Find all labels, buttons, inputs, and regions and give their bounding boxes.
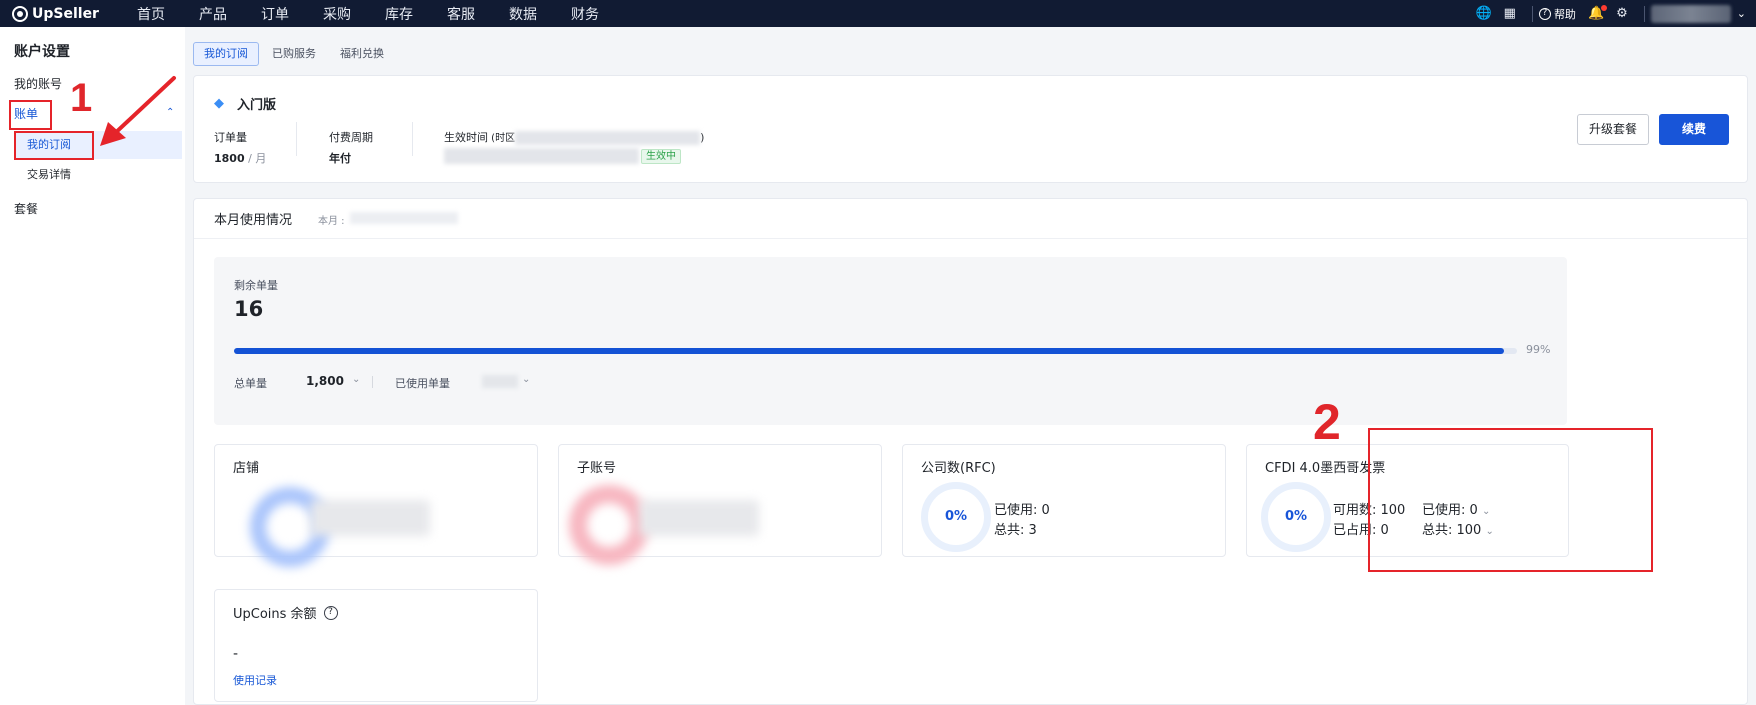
help-button[interactable]: ? 帮助 <box>1538 6 1576 22</box>
divider <box>372 376 373 388</box>
upcoins-title-text: UpCoins 余额 <box>233 607 317 622</box>
plan-card: ◆ 入门版 订单量 1800 / 月 付费周期 年付 生效时间 (时区) 生效中… <box>193 75 1748 183</box>
tab-my-subscription[interactable]: 我的订阅 <box>193 42 259 66</box>
used-orders-label: 已使用单量 <box>395 377 450 390</box>
used-orders-redacted <box>482 375 518 388</box>
subscription-tabs: 我的订阅 已购服务 福利兑换 <box>193 42 397 66</box>
effective-time-label: 生效时间 (时区) <box>444 129 704 145</box>
renew-button[interactable]: 续费 <box>1659 114 1729 145</box>
shop-metric-card: 店铺 <box>214 444 538 567</box>
divider <box>1531 5 1533 22</box>
nav-data[interactable]: 数据 <box>492 4 554 24</box>
nav-customer-service[interactable]: 客服 <box>430 4 492 24</box>
order-quota-value: 1800 / 月 <box>214 150 266 166</box>
chevron-down-icon[interactable]: ⌄ <box>1737 7 1746 20</box>
annotation-box-cfdi <box>1368 428 1653 572</box>
logo-text: UpSeller <box>32 5 99 22</box>
tab-purchased-services[interactable]: 已购服务 <box>261 42 327 66</box>
billing-cycle-label: 付费周期 <box>329 131 373 144</box>
nav-products[interactable]: 产品 <box>182 4 244 24</box>
nav-home[interactable]: 首页 <box>120 4 182 24</box>
subaccount-stats-redacted <box>639 500 759 536</box>
plan-name: 入门版 <box>237 98 277 113</box>
shop-stats-redacted <box>310 500 430 536</box>
effective-date-redacted <box>444 148 639 164</box>
shop-title: 店铺 <box>233 461 260 476</box>
apps-grid-icon[interactable]: ▦ <box>1504 6 1516 21</box>
usage-progress-percent: 99% <box>1526 343 1551 356</box>
cfdi-ring: 0% <box>1261 482 1331 552</box>
chevron-down-icon[interactable]: ⌄ <box>352 374 360 385</box>
nav-finance[interactable]: 财务 <box>554 4 616 24</box>
chevron-down-icon[interactable]: ⌄ <box>522 374 530 385</box>
usage-progress-bar <box>234 348 1517 354</box>
annotation-box-bill <box>9 100 52 130</box>
bell-icon[interactable]: 🔔 <box>1588 5 1608 21</box>
topbar-actions: 🌐 ▦ ? 帮助 🔔 ⚙ ⌄ <box>1475 0 1756 27</box>
subaccount-ring-redacted <box>569 485 649 565</box>
usage-progress-fill <box>234 348 1505 354</box>
company-rfc-total: 总共: 3 <box>994 523 1037 538</box>
upcoins-card: UpCoins 余额 ? - 使用记录 <box>214 589 538 702</box>
remaining-orders-label: 剩余单量 <box>234 279 278 292</box>
status-badge: 生效中 <box>641 149 681 164</box>
user-name-redacted[interactable] <box>1650 4 1731 23</box>
upgrade-plan-button[interactable]: 升级套餐 <box>1577 114 1649 145</box>
timezone-redacted <box>515 131 701 145</box>
help-label: 帮助 <box>1553 7 1576 21</box>
question-icon: ? <box>1538 7 1551 20</box>
month-label: 本月 : <box>318 216 345 227</box>
order-quota-unit: / 月 <box>244 152 267 165</box>
sidebar-item-transactions[interactable]: 交易详情 <box>14 161 182 189</box>
logo-icon <box>12 5 28 22</box>
effective-time-text: 生效时间 <box>444 131 488 144</box>
billing-cycle-value: 年付 <box>329 152 351 165</box>
plan-title: ◆ 入门版 <box>214 94 276 113</box>
annotation-number-2: 2 <box>1313 394 1341 450</box>
remaining-orders-panel: 剩余单量 16 99% 总单量 1,800 ⌄ 已使用单量 ⌄ <box>214 257 1567 425</box>
top-nav-bar: UpSeller 首页 产品 订单 采购 库存 客服 数据 财务 🌐 ▦ ? 帮… <box>0 0 1756 27</box>
company-rfc-metric-card: 公司数(RFC) 0% 已使用: 0 总共: 3 <box>902 444 1226 557</box>
main-nav: 首页 产品 订单 采购 库存 客服 数据 财务 <box>120 4 616 24</box>
subaccount-metric-card: 子账号 <box>558 444 882 565</box>
company-rfc-title: 公司数(RFC) <box>921 461 996 476</box>
divider <box>412 122 413 156</box>
question-icon[interactable]: ? <box>323 605 338 620</box>
timezone-prefix: (时区 <box>488 133 516 144</box>
divider <box>1643 5 1645 22</box>
sidebar-title: 账户设置 <box>14 44 70 60</box>
usage-title: 本月使用情况 <box>214 213 293 228</box>
order-quota-label: 订单量 <box>214 131 247 144</box>
upcoins-title: UpCoins 余额 ? <box>233 603 338 622</box>
nav-orders[interactable]: 订单 <box>244 4 306 24</box>
month-redacted <box>350 212 458 224</box>
order-quota-number: 1800 <box>214 152 245 165</box>
sidebar-item-plans[interactable]: 套餐 <box>14 200 38 217</box>
company-rfc-used: 已使用: 0 <box>994 503 1050 518</box>
divider <box>296 122 297 156</box>
nav-purchase[interactable]: 采购 <box>306 4 368 24</box>
total-orders-label: 总单量 <box>234 377 267 390</box>
annotation-number-1: 1 <box>70 76 93 120</box>
globe-icon[interactable]: 🌐 <box>1475 6 1491 21</box>
diamond-icon: ◆ <box>214 95 224 111</box>
nav-inventory[interactable]: 库存 <box>368 4 430 24</box>
gear-icon[interactable]: ⚙ <box>1616 6 1628 21</box>
annotation-box-my-subscription <box>14 131 94 160</box>
usage-history-link[interactable]: 使用记录 <box>233 672 277 688</box>
remaining-orders-value: 16 <box>234 297 264 321</box>
company-rfc-ring: 0% <box>921 482 991 552</box>
upcoins-balance: - <box>233 646 239 662</box>
sidebar-item-my-account[interactable]: 我的账号 <box>14 75 62 92</box>
total-orders-value: 1,800 <box>306 374 344 388</box>
notification-dot <box>1601 5 1608 11</box>
divider <box>194 238 1747 239</box>
annotation-arrow-icon <box>100 76 176 146</box>
tab-benefits-exchange[interactable]: 福利兑换 <box>329 42 395 66</box>
subaccount-title: 子账号 <box>577 461 617 476</box>
upseller-logo[interactable]: UpSeller <box>12 5 120 22</box>
timezone-suffix: ) <box>700 131 705 144</box>
